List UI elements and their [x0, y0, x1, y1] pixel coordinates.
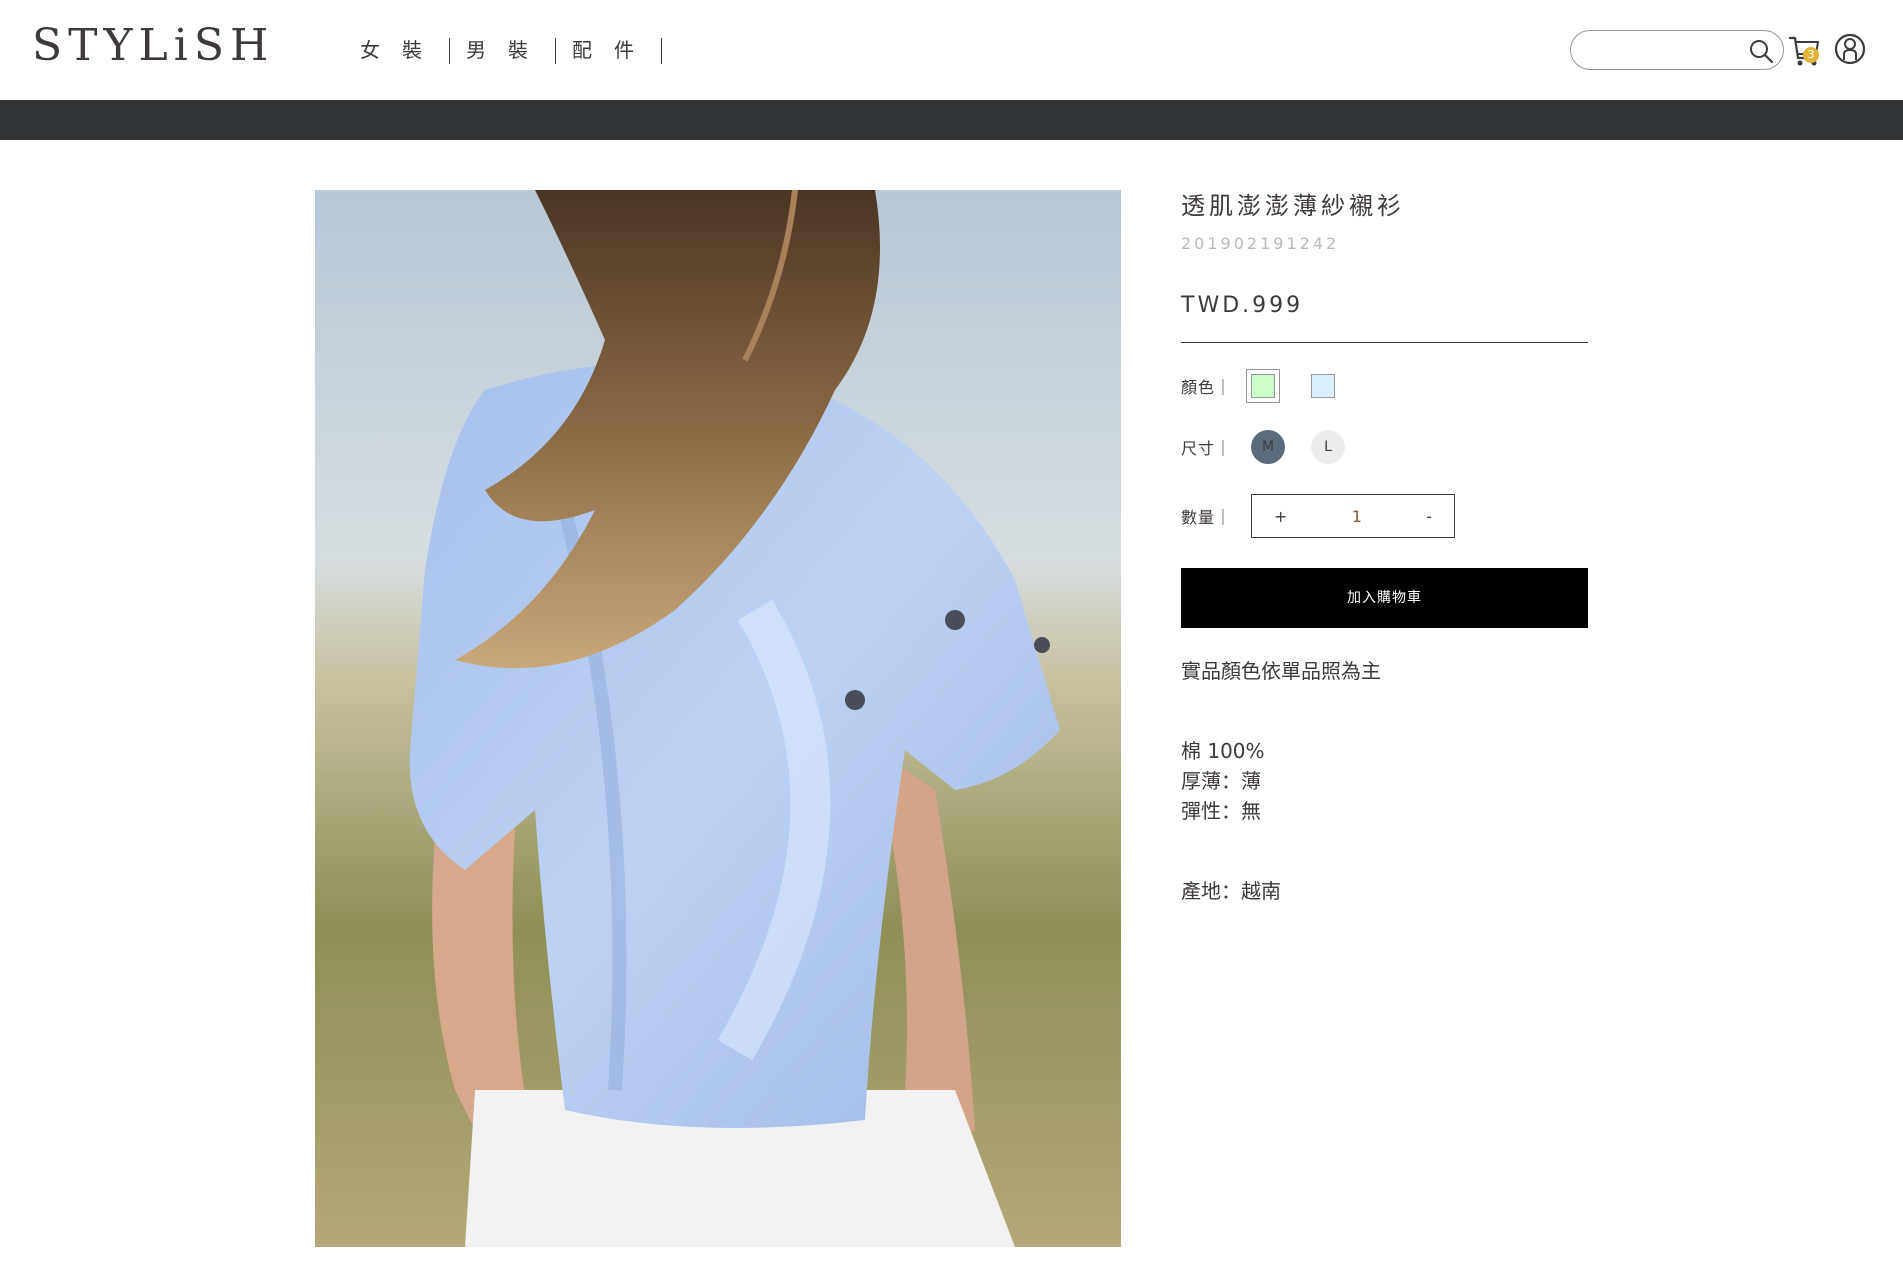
product-note: 實品顏色依單品照為主: [1181, 659, 1381, 683]
product-photo: [315, 190, 1121, 1247]
quantity-selector: 數量｜ + 1 -: [1181, 494, 1455, 538]
search-input[interactable]: [1589, 39, 1739, 61]
search-icon[interactable]: [1747, 37, 1775, 65]
product-details: 透肌澎澎薄紗襯衫 201902191242 TWD.999 顏色｜ 尺寸｜ M …: [1181, 190, 1588, 903]
nav-men[interactable]: 男裝: [450, 36, 556, 64]
color-swatch-green[interactable]: [1246, 369, 1280, 403]
quantity-stepper: + 1 -: [1251, 494, 1455, 538]
cart-button[interactable]: 3: [1788, 32, 1822, 68]
add-to-cart-button[interactable]: 加入購物車: [1181, 568, 1588, 628]
site-header: STYLiSH 女裝 男裝 配件 3: [0, 0, 1903, 100]
size-m-button[interactable]: M: [1251, 430, 1285, 464]
product-texture: 棉 100%: [1181, 739, 1265, 763]
header-bar: [0, 100, 1903, 140]
main-nav: 女裝 男裝 配件: [344, 34, 662, 66]
product-title: 透肌澎澎薄紗襯衫: [1181, 192, 1405, 220]
nav-women[interactable]: 女裝: [344, 36, 450, 64]
cart-count-badge: 3: [1803, 47, 1819, 63]
size-selector: 尺寸｜ M L: [1181, 430, 1371, 464]
quantity-label: 數量｜: [1181, 508, 1233, 527]
product-place: 產地：越南: [1181, 879, 1281, 903]
site-logo[interactable]: STYLiSH: [32, 22, 274, 70]
nav-accessories[interactable]: 配件: [556, 36, 662, 64]
member-button[interactable]: [1834, 32, 1866, 66]
product-thickness: 厚薄：薄: [1181, 769, 1261, 793]
size-l-button[interactable]: L: [1311, 430, 1345, 464]
member-icon: [1834, 33, 1866, 65]
quantity-increase-button[interactable]: -: [1426, 507, 1432, 526]
color-swatch-blue[interactable]: [1311, 374, 1335, 398]
size-label: 尺寸｜: [1181, 439, 1233, 458]
color-label: 顏色｜: [1181, 378, 1233, 397]
product-price: TWD.999: [1181, 290, 1588, 343]
search-box: [1570, 30, 1784, 70]
quantity-decrease-button[interactable]: +: [1274, 507, 1287, 526]
quantity-value[interactable]: 1: [1352, 507, 1362, 526]
product-id: 201902191242: [1181, 234, 1340, 253]
color-selector: 顏色｜: [1181, 369, 1371, 403]
product-elasticity: 彈性：無: [1181, 799, 1261, 823]
